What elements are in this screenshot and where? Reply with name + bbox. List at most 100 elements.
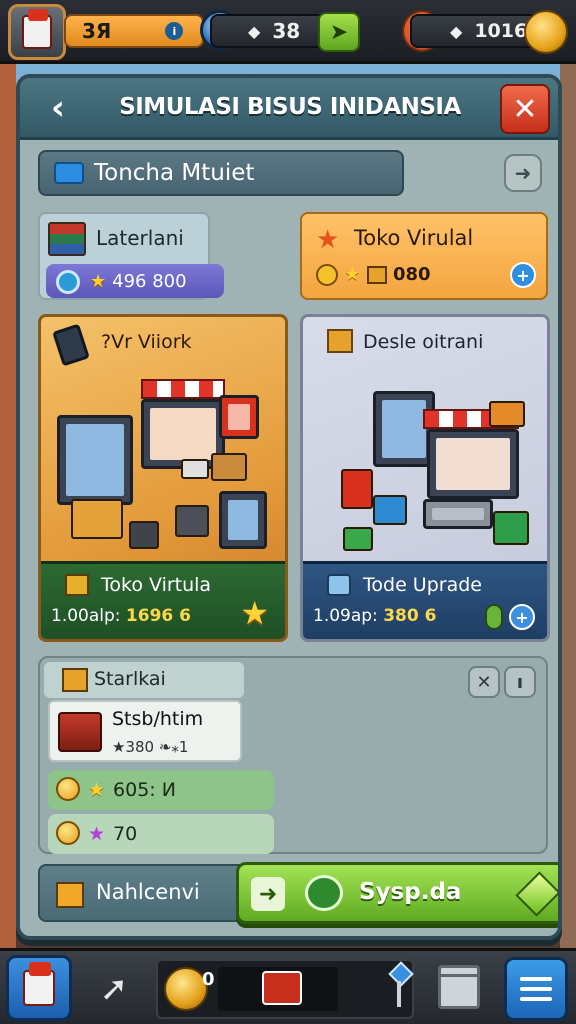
box-icon [56, 882, 84, 908]
add-upgrade-button[interactable]: + [509, 604, 535, 630]
menu-button[interactable] [504, 957, 568, 1021]
card-toko-label: Toko Virulal [354, 226, 474, 250]
coin-icon [56, 777, 80, 801]
toko-coin-row: ★ 080 [316, 264, 431, 286]
chat-bubble-icon [305, 875, 343, 911]
window-icon[interactable] [438, 965, 480, 1009]
box-icon [366, 266, 387, 284]
card-left-title: ?Vr Viiork [101, 331, 192, 353]
stat-row-2-value: 70 [113, 823, 138, 845]
laterlani-value: 496 800 [112, 270, 187, 292]
card-store-upgrade[interactable]: Desle oitrani Tode Uprade 1.09ap: 380 6 … [300, 314, 550, 642]
books-icon [48, 222, 86, 256]
dismiss-button[interactable]: ✕ [468, 666, 500, 698]
nav-expand-button[interactable]: ➚ [84, 961, 144, 1017]
avatar-button[interactable] [8, 4, 66, 60]
price-label: 1.00alp: [51, 606, 121, 626]
card-laterlani[interactable]: Laterlani ★ 496 800 [38, 212, 224, 300]
ring-icon [56, 270, 80, 294]
coins-value: 1016 [474, 20, 528, 42]
stat-row-bonus: ★ 70 [48, 814, 274, 854]
gem-icon [515, 871, 558, 917]
card-left-footer-name: Toko Virtula [101, 574, 212, 596]
upgrade-icon [327, 574, 351, 596]
inventory-item-card[interactable]: Stsb/htim ★380 ❧⁎1 [48, 700, 242, 762]
item-stats: ★380 ❧⁎1 [112, 738, 189, 756]
footer-badges: + [485, 604, 535, 630]
phone-icon [52, 323, 90, 367]
calendar-icon [54, 162, 84, 184]
star-icon: ★ [240, 594, 269, 632]
shop-icon [23, 962, 55, 1006]
item-name: Stsb/htim [112, 708, 204, 730]
info-button[interactable]: ı [504, 666, 536, 698]
star-icon: ★ [90, 270, 107, 292]
info-icon: i [165, 22, 184, 40]
card-toko-virulal[interactable]: ★ Toko Virulal ★ 080 + [300, 212, 548, 300]
card-right-footer-name: Tode Uprade [363, 574, 482, 596]
action-label: Nahlcenvi [96, 880, 200, 904]
stats-header: Starlkai [44, 662, 244, 698]
star-icon: ★ [316, 225, 340, 255]
box-icon [65, 574, 89, 596]
nav-shop-button[interactable] [6, 955, 72, 1021]
stat-row-coins: ★ 605: И [48, 770, 274, 810]
gems-value: 38 [272, 19, 301, 43]
nav-center-bar: 0 [156, 959, 414, 1019]
card-left-price: 1.00alp: 1696 6 [51, 606, 191, 626]
add-gems-button[interactable]: ➤ [318, 12, 360, 52]
stats-panel: Starlkai ✕ ı Stsb/htim ★380 ❧⁎1 ★ 605: И… [38, 656, 548, 854]
plus-icon: ➤ [329, 19, 349, 45]
diagonal-arrow-icon: ➚ [99, 969, 129, 1009]
box-icon [327, 329, 353, 353]
star-icon: ★ [88, 823, 106, 845]
price-value: 380 6 [383, 606, 437, 626]
forward-button[interactable]: ➜ [504, 154, 542, 192]
card-right-title: Desle oitrani [363, 331, 484, 353]
search-bar[interactable]: Toncha Mtuiet [38, 150, 404, 196]
menu-line [520, 997, 552, 1001]
confirm-button-label: Sysp.da [359, 879, 462, 905]
store-upgrade-illustration [313, 371, 539, 557]
arrow-right-icon: ➜ [514, 161, 532, 185]
level-value: 3Я [82, 19, 112, 43]
panel-header: ‹ SIMULASI BISUS INIDANSIA ✕ [20, 78, 558, 140]
panel-title: SIMULASI BISUS INIDANSIA [119, 94, 461, 120]
chest-icon [58, 712, 102, 752]
price-label: 1.09ap: [313, 606, 378, 626]
main-panel: ‹ SIMULASI BISUS INIDANSIA ✕ Toncha Mtui… [16, 74, 562, 940]
location-pin-icon[interactable] [390, 965, 408, 1009]
stats-header-label: Starlkai [94, 668, 166, 690]
bottom-nav: ➚ 0 [0, 948, 576, 1024]
menu-line [520, 977, 552, 981]
add-button[interactable]: + [510, 262, 536, 288]
gem-badge-icon [485, 604, 503, 630]
stat-row-1-value: 605: И [113, 779, 176, 801]
top-hud: 3Я i ◆ 38 ➤ ◆ 1016 [0, 0, 576, 64]
diamond-icon: ◆ [450, 21, 463, 41]
close-button[interactable]: ✕ [500, 84, 550, 134]
star-icon: ★ [344, 264, 361, 285]
card-right-price: 1.09ap: 380 6 [313, 606, 436, 626]
confirm-button[interactable]: ➜ Sysp.da [236, 862, 558, 924]
card-virtual-work[interactable]: ?Vr Viiork Toko Virtula 1.00alp: 1696 6 … [38, 314, 288, 642]
action-bar: Nahlcenvi ➜ Sysp.da [38, 862, 558, 924]
back-button[interactable]: ‹ [38, 88, 78, 128]
close-icon: ✕ [512, 91, 538, 127]
coin-icon [316, 264, 338, 286]
toko-value: 080 [392, 264, 431, 285]
arrow-right-icon: ➜ [251, 877, 285, 911]
card-left-footer: Toko Virtula 1.00alp: 1696 6 ★ [41, 561, 285, 639]
nav-coin-count: 0 [202, 969, 215, 990]
card-laterlani-label: Laterlani [96, 226, 184, 250]
map-flag-icon[interactable] [262, 971, 302, 1005]
coin-stack-icon[interactable] [524, 10, 568, 54]
coin-icon [56, 821, 80, 845]
search-text: Toncha Mtuiet [94, 160, 255, 186]
price-value: 1696 6 [125, 606, 191, 626]
card-right-footer: Tode Uprade 1.09ap: 380 6 + [303, 561, 547, 639]
virtual-store-illustration [51, 371, 277, 557]
star-icon: ★ [88, 779, 106, 801]
avatar-icon [22, 9, 52, 49]
level-pill[interactable]: 3Я i [64, 14, 204, 48]
